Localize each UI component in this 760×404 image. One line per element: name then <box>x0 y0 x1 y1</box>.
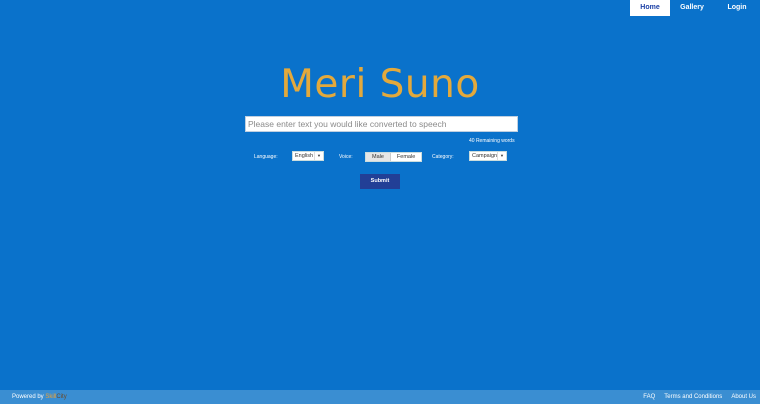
footer-links: FAQ Terms and Conditions About Us <box>643 394 756 400</box>
voice-female-option[interactable]: Female <box>391 153 421 161</box>
site-logo: Meri Suno <box>280 62 480 107</box>
nav-login[interactable]: Login <box>718 0 756 16</box>
category-select[interactable]: Campaign ▼ <box>469 151 507 161</box>
footer-link-about[interactable]: About Us <box>731 394 756 400</box>
nav-gallery[interactable]: Gallery <box>670 0 714 16</box>
powered-by: Powered by SkillCity <box>12 394 67 400</box>
brand-part1[interactable]: Skill <box>45 394 56 400</box>
language-label: Language: <box>254 154 278 160</box>
footer: Powered by SkillCity FAQ Terms and Condi… <box>0 390 760 404</box>
footer-link-faq[interactable]: FAQ <box>643 394 655 400</box>
brand-part2[interactable]: City <box>56 394 66 400</box>
footer-link-terms[interactable]: Terms and Conditions <box>664 394 722 400</box>
category-select-value: Campaign <box>472 153 498 159</box>
language-select-value: English <box>295 153 314 159</box>
language-select[interactable]: English ▼ <box>292 151 324 161</box>
submit-button[interactable]: Submit <box>360 174 400 189</box>
voice-male-option[interactable]: Male <box>366 153 391 161</box>
remaining-words-counter: 40 Remaining words <box>469 138 515 144</box>
chevron-down-icon: ▼ <box>497 152 506 160</box>
powered-by-label: Powered by <box>12 394 44 400</box>
top-nav: Home Gallery Login <box>630 0 756 16</box>
speech-text-input[interactable] <box>245 116 518 132</box>
voice-toggle: Male Female <box>365 152 423 162</box>
chevron-down-icon: ▼ <box>314 152 323 160</box>
category-label: Category: <box>432 154 454 160</box>
nav-home[interactable]: Home <box>630 0 670 16</box>
voice-label: Voice: <box>339 154 353 160</box>
